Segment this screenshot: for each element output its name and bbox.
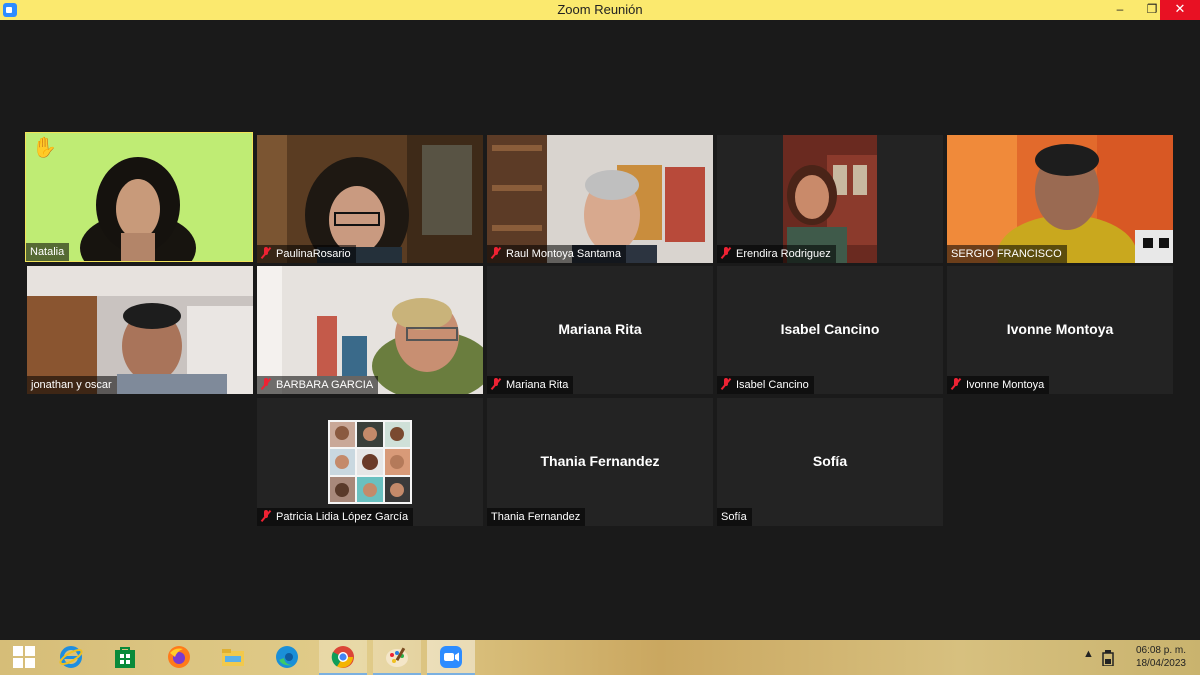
participant-tile-isabel[interactable]: Isabel Cancino Isabel Cancino	[717, 266, 943, 394]
participant-name: Thania Fernandez	[491, 511, 581, 523]
participant-name: Sofía	[721, 511, 747, 523]
muted-mic-icon	[721, 247, 731, 259]
participant-display-name: Sofía	[812, 453, 848, 469]
participant-name-tag: Mariana Rita	[487, 376, 574, 394]
taskbar-edge[interactable]	[263, 640, 311, 675]
file-explorer-icon	[222, 649, 244, 666]
muted-mic-icon	[491, 247, 501, 259]
taskbar-internet-explorer[interactable]	[47, 640, 95, 675]
show-hidden-icons-button[interactable]: ▲	[1083, 648, 1094, 660]
taskbar-chrome[interactable]	[319, 640, 367, 675]
windows-taskbar: ▲ 06:08 p. m. 18/04/2023	[0, 640, 1200, 675]
participant-name: Ivonne Montoya	[966, 379, 1045, 391]
clock-time: 06:08 p. m.	[1135, 645, 1186, 656]
muted-mic-icon	[261, 510, 271, 522]
participant-display-name: Isabel Cancino	[780, 321, 880, 337]
participant-name-tag: BARBARA GARCIA	[257, 376, 379, 394]
video-feed	[947, 135, 1173, 263]
paint-icon	[386, 647, 408, 667]
participant-tile-natalia[interactable]: ✋ Natalia	[25, 132, 253, 262]
start-button[interactable]	[0, 640, 48, 675]
participant-display-name: Ivonne Montoya	[1006, 321, 1114, 337]
window-title: Zoom Reunión	[557, 2, 643, 17]
participant-tile-mariana[interactable]: Mariana Rita Mariana Rita	[487, 266, 713, 394]
participant-name: Raul Montoya Santama	[506, 248, 621, 260]
video-feed	[717, 135, 943, 263]
chrome-icon	[331, 646, 354, 668]
video-feed	[257, 135, 483, 263]
participant-tile-thania[interactable]: Thania Fernandez Thania Fernandez	[487, 398, 713, 526]
system-clock[interactable]: 06:08 p. m. 18/04/2023	[1136, 644, 1186, 670]
participant-name-tag: jonathan y oscar	[27, 376, 117, 394]
window-title-bar[interactable]: Zoom Reunión – ❐ ✕	[0, 0, 1200, 20]
participant-tile-sofia[interactable]: Sofía Sofía	[717, 398, 943, 526]
participant-name-tag: Natalia	[26, 243, 70, 261]
participant-name: BARBARA GARCIA	[276, 379, 374, 391]
participant-display-name: Mariana Rita	[558, 321, 642, 337]
participant-name-tag: Isabel Cancino	[717, 376, 814, 394]
participant-name-tag: Erendira Rodriguez	[717, 245, 836, 263]
participant-display-name: Thania Fernandez	[540, 453, 660, 469]
participant-name: PaulinaRosario	[276, 248, 351, 260]
taskbar-paint[interactable]	[373, 640, 421, 675]
profile-picture-collage	[328, 420, 412, 504]
participant-tile-jonathan[interactable]: jonathan y oscar	[27, 266, 253, 394]
participant-tile-ivonne[interactable]: Ivonne Montoya Ivonne Montoya	[947, 266, 1173, 394]
firefox-icon	[168, 646, 190, 668]
video-feed	[257, 266, 483, 394]
participant-tile-sergio[interactable]: SERGIO FRANCISCO	[947, 135, 1173, 263]
participant-tile-patricia[interactable]: Patricia Lidia López García	[257, 398, 483, 526]
muted-mic-icon	[261, 247, 271, 259]
gallery-view: ✋ Natalia PaulinaRosario Raul Montoya Sa…	[0, 20, 1200, 640]
taskbar-firefox[interactable]	[155, 640, 203, 675]
participant-name: SERGIO FRANCISCO	[951, 248, 1062, 260]
participant-name: Patricia Lidia López García	[276, 511, 409, 523]
participant-name-tag: Ivonne Montoya	[947, 376, 1050, 394]
edge-icon	[276, 646, 298, 668]
participant-name-tag: SERGIO FRANCISCO	[947, 245, 1067, 263]
clock-date: 18/04/2023	[1135, 658, 1186, 669]
participant-name-tag: Thania Fernandez	[487, 508, 586, 526]
taskbar-file-explorer[interactable]	[209, 640, 257, 675]
muted-mic-icon	[951, 378, 961, 390]
close-button[interactable]: ✕	[1160, 0, 1200, 20]
participant-name: Mariana Rita	[506, 379, 569, 391]
participant-tile-erendira[interactable]: Erendira Rodriguez	[717, 135, 943, 263]
store-icon	[115, 647, 135, 668]
raised-hand-icon: ✋	[32, 137, 57, 159]
taskbar-zoom[interactable]	[427, 640, 475, 675]
participant-tile-paulinarosario[interactable]: PaulinaRosario	[257, 135, 483, 263]
participant-tile-barbara[interactable]: BARBARA GARCIA	[257, 266, 483, 394]
participant-tile-raul[interactable]: Raul Montoya Santama	[487, 135, 713, 263]
participant-name-tag: Raul Montoya Santama	[487, 245, 626, 263]
muted-mic-icon	[491, 378, 501, 390]
participant-name-tag: Sofía	[717, 508, 752, 526]
participant-name-tag: PaulinaRosario	[257, 245, 356, 263]
muted-mic-icon	[721, 378, 731, 390]
internet-explorer-icon	[59, 646, 83, 668]
video-feed	[487, 135, 713, 263]
participant-name: Erendira Rodriguez	[736, 248, 831, 260]
muted-mic-icon	[261, 378, 271, 390]
video-feed	[27, 266, 253, 394]
taskbar-store[interactable]	[101, 640, 149, 675]
battery-icon[interactable]	[1101, 650, 1115, 666]
participant-name: Natalia	[30, 246, 65, 258]
participant-name: jonathan y oscar	[31, 379, 112, 391]
windows-start-icon	[13, 646, 35, 668]
video-feed	[26, 133, 252, 261]
zoom-icon	[440, 646, 462, 668]
participant-name-tag: Patricia Lidia López García	[257, 508, 414, 526]
participant-name: Isabel Cancino	[736, 379, 809, 391]
